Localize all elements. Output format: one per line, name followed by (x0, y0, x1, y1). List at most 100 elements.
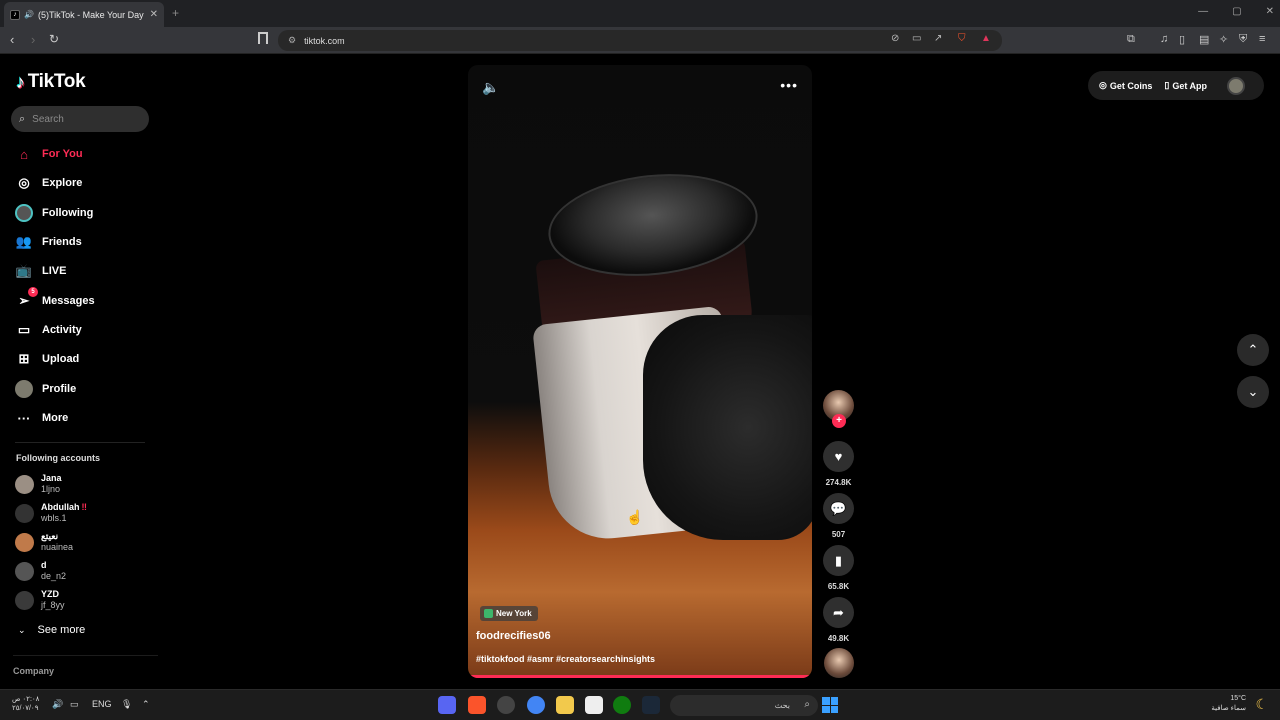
video-player[interactable]: 🔈 ••• ☝ New York foodrecifies06 #tiktokf… (468, 65, 812, 678)
nav-friends[interactable]: 👥 Friends (15, 233, 82, 251)
get-app-button[interactable]: ▯ Get App (1164, 80, 1207, 91)
avatar[interactable] (1227, 76, 1245, 95)
heart-icon[interactable]: ♥ (823, 441, 854, 472)
discord-icon[interactable] (438, 696, 456, 714)
file-explorer-icon[interactable] (556, 696, 574, 714)
search-input[interactable]: ⌕ Search (11, 106, 149, 132)
coin-icon: ◎ (1099, 80, 1107, 90)
media-icon[interactable]: ♫ (1160, 33, 1168, 45)
profile-avatar-icon (15, 380, 33, 398)
get-coins-label: Get Coins (1109, 80, 1153, 91)
sound-avatar[interactable] (824, 648, 854, 678)
account-name: Jana (41, 473, 62, 483)
nav-for-you[interactable]: ⌂ For You (15, 145, 82, 163)
nav-profile[interactable]: Profile (15, 380, 76, 398)
phone-icon: ▯ (1164, 80, 1170, 90)
activity-icon: ▭ (17, 322, 31, 337)
comment-icon[interactable]: 💬 (823, 493, 854, 524)
site-info-icon[interactable]: ⚙ (288, 35, 296, 46)
translate-off-icon[interactable]: ⊘ (891, 33, 899, 44)
brave-shield-icon[interactable]: ⛉ (958, 33, 966, 44)
tab-search-icon[interactable]: ⧉ (1127, 33, 1135, 46)
account-item[interactable]: Abdullah ‼ wbls.1 (15, 501, 87, 525)
new-tab-button[interactable]: + (172, 6, 179, 20)
share-icon[interactable]: ↗ (934, 33, 942, 44)
url-text: tiktok.com (304, 35, 345, 46)
nav-live[interactable]: 📺 LIVE (15, 262, 67, 280)
video-progress-bar[interactable] (468, 675, 812, 678)
avatar (15, 561, 34, 581)
account-name: Abdullah (41, 502, 80, 512)
volume-tray-icon[interactable]: 🔊 (52, 699, 63, 710)
obs-icon[interactable] (497, 696, 515, 714)
reload-icon[interactable]: ↻ (49, 32, 59, 46)
account-item[interactable]: Jana 1ljno (15, 472, 62, 496)
xbox-icon[interactable] (613, 696, 631, 714)
chrome-icon[interactable] (527, 696, 545, 714)
nav-label: Messages (42, 295, 95, 307)
nav-messages[interactable]: ➢ 5 Messages (15, 287, 95, 310)
more-options-icon[interactable]: ••• (780, 77, 798, 93)
account-item[interactable]: YZD jf_8yy (15, 588, 65, 612)
share-action[interactable]: ➦ 49.8K (823, 597, 854, 643)
like-action[interactable]: ♥ 274.8K (823, 441, 854, 487)
chevron-up-icon: ⌃ (1247, 342, 1259, 357)
close-tab-icon[interactable]: ✕ (150, 9, 158, 20)
moon-icon: ☾ (1255, 696, 1268, 712)
avatar (15, 590, 34, 610)
store-icon[interactable] (585, 696, 603, 714)
cast-icon[interactable]: ▭ (912, 33, 921, 44)
language-indicator[interactable]: ENG (92, 699, 112, 709)
sidebar-toggle-icon[interactable]: ▯ (1179, 33, 1185, 46)
company-link[interactable]: Company (13, 666, 54, 676)
close-window-icon[interactable]: ✕ (1266, 6, 1274, 17)
microphone-icon[interactable]: 🎙 (121, 699, 132, 710)
volume-icon[interactable]: 🔈 (482, 79, 499, 96)
footer-divider (13, 655, 158, 656)
minimize-icon[interactable]: — (1198, 6, 1208, 17)
nav-more[interactable]: ··· More (15, 409, 69, 427)
maximize-icon[interactable]: ▢ (1232, 6, 1241, 17)
vpn-icon[interactable]: ⛨ (1239, 33, 1247, 46)
weather-widget[interactable]: 15°C سماء صافية (1211, 694, 1246, 714)
compass-icon: ◎ (18, 175, 30, 190)
menu-icon[interactable]: ≡ (1259, 33, 1265, 45)
tiktok-favicon-icon: ♪ (10, 9, 20, 20)
back-icon[interactable]: ‹ (10, 32, 14, 47)
steam-icon[interactable] (642, 696, 660, 714)
brave-rewards-icon[interactable]: ▲ (981, 33, 991, 44)
clock[interactable]: ٠٢:٠٨ ص ٢٥/٠٧/٠٩ (12, 695, 39, 713)
location-tag[interactable]: New York (480, 606, 538, 621)
nav-following[interactable]: Following (15, 204, 93, 222)
forward-icon[interactable]: › (31, 32, 35, 47)
follow-plus-icon[interactable]: + (832, 414, 846, 428)
see-more-label: See more (37, 624, 86, 636)
network-tray-icon[interactable]: ▭ (70, 699, 79, 710)
previous-video-button[interactable]: ⌃ (1237, 334, 1269, 366)
video-author[interactable]: foodrecifies06 (476, 630, 551, 642)
bookmark-icon[interactable]: ▮ (823, 545, 854, 576)
windows-start-icon[interactable] (822, 697, 838, 713)
share-arrow-icon[interactable]: ➦ (823, 597, 854, 628)
next-video-button[interactable]: ⌄ (1237, 376, 1269, 408)
taskbar-search[interactable]: بحث ⌕ (670, 695, 818, 716)
nav-activity[interactable]: ▭ Activity (15, 321, 82, 339)
get-coins-button[interactable]: ◎ Get Coins (1099, 80, 1152, 91)
speaker-icon[interactable]: 🔊 (24, 10, 34, 19)
browser-tab[interactable]: ♪ 🔊 (5)TikTok - Make Your Day ✕ (4, 2, 164, 27)
nav-upload[interactable]: ⊞ Upload (15, 350, 80, 368)
brave-browser-icon[interactable] (468, 696, 486, 714)
nav-explore[interactable]: ◎ Explore (15, 174, 82, 192)
tray-overflow-icon[interactable]: ⌃ (142, 699, 150, 710)
tiktok-logo[interactable]: ♪ TikTok (16, 71, 86, 93)
see-more-button[interactable]: ⌄ See more (18, 624, 85, 636)
ai-assistant-icon[interactable]: ✧ (1219, 33, 1228, 46)
account-handle: de_n2 (41, 571, 67, 581)
bookmark-icon[interactable] (258, 32, 268, 44)
account-item[interactable]: d de_n2 (15, 559, 66, 583)
video-hashtags[interactable]: #tiktokfood #asmr #creatorsearchinsights (476, 654, 655, 664)
wallet-icon[interactable]: ▤ (1199, 33, 1209, 46)
account-item[interactable]: نعيتع nuainea (15, 530, 73, 554)
save-action[interactable]: ▮ 65.8K (823, 545, 854, 591)
comment-action[interactable]: 💬 507 (823, 493, 854, 539)
